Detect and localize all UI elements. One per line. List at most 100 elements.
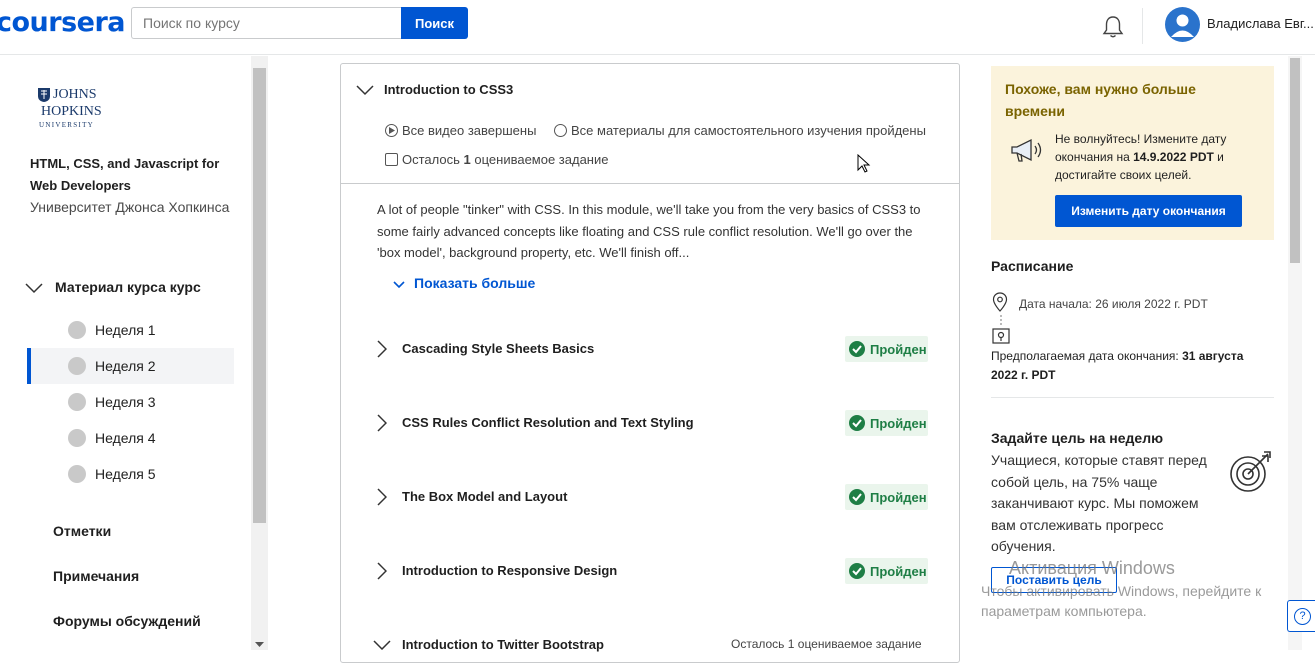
sidebar-item-forums[interactable]: Форумы обсуждений bbox=[53, 613, 201, 629]
watermark-title: Активация Windows bbox=[1009, 558, 1175, 578]
status-label: Пройден bbox=[870, 416, 927, 431]
check-circle-icon bbox=[849, 415, 865, 431]
finish-flag-icon bbox=[992, 328, 1010, 344]
weekly-goal-title: Задайте цель на неделю bbox=[991, 430, 1164, 446]
scroll-down-arrow-icon[interactable] bbox=[255, 642, 264, 648]
status-label: Пройден bbox=[870, 342, 927, 357]
change-deadline-button[interactable]: Изменить дату окончания bbox=[1055, 195, 1242, 227]
week-status-dot bbox=[68, 357, 86, 375]
lesson-row[interactable]: Introduction to Responsive Design Пройде… bbox=[371, 556, 931, 586]
module-meta-remaining: Осталось 1 оцениваемое задание bbox=[385, 152, 608, 167]
lesson-row[interactable]: The Box Model and Layout Пройден bbox=[371, 482, 931, 512]
remaining-count: 1 bbox=[463, 152, 471, 167]
week-status-dot bbox=[68, 321, 86, 339]
megaphone-icon bbox=[1011, 138, 1042, 162]
module-meta-videos: Все видео завершены bbox=[385, 123, 536, 138]
card-divider bbox=[341, 183, 959, 184]
search-input[interactable] bbox=[131, 7, 402, 39]
week-status-dot bbox=[68, 429, 86, 447]
schedule-end-date: Предполагаемая дата окончания: 31 август… bbox=[991, 347, 1261, 385]
lesson-row[interactable]: CSS Rules Conflict Resolution and Text S… bbox=[371, 408, 931, 438]
user-avatar-icon bbox=[1171, 14, 1194, 37]
module-meta-videos-label: Все видео завершены bbox=[402, 123, 537, 138]
timeline-connector bbox=[1000, 315, 1002, 327]
status-badge: Пройден bbox=[845, 336, 928, 362]
help-icon: ? bbox=[1294, 608, 1311, 625]
help-button[interactable]: ? bbox=[1287, 600, 1315, 632]
week-label: Неделя 1 bbox=[95, 322, 156, 338]
page-scrollbar-thumb[interactable] bbox=[1290, 58, 1300, 263]
show-more-link[interactable]: Показать больше bbox=[414, 275, 535, 291]
lesson-row[interactable]: Cascading Style Sheets Basics Пройден bbox=[371, 334, 931, 364]
jhu-logo-line2: HOPKINS bbox=[41, 104, 102, 119]
jhu-logo-line1: JOHNS bbox=[53, 87, 97, 102]
module-title[interactable]: Introduction to CSS3 bbox=[384, 82, 513, 97]
week-label: Неделя 5 bbox=[95, 466, 156, 482]
week-status-dot bbox=[68, 393, 86, 411]
check-circle-icon bbox=[849, 341, 865, 357]
week-status-dot bbox=[68, 465, 86, 483]
sidebar-item-week-1[interactable]: Неделя 1 bbox=[27, 312, 234, 348]
remaining-suffix: оцениваемое задание bbox=[474, 152, 609, 167]
module-card: Introduction to CSS3 Все видео завершены… bbox=[340, 63, 960, 663]
lesson-title[interactable]: The Box Model and Layout bbox=[402, 489, 567, 504]
jhu-logo-line3: UNIVERSITY bbox=[39, 121, 94, 129]
module-description: A lot of people "tinker" with CSS. In th… bbox=[377, 202, 921, 260]
reading-icon bbox=[554, 124, 567, 137]
status-badge: Пройден bbox=[845, 410, 928, 436]
sidebar-item-week-4[interactable]: Неделя 4 bbox=[27, 420, 234, 456]
sidebar-item-week-3[interactable]: Неделя 3 bbox=[27, 384, 234, 420]
sidebar-item-week-5[interactable]: Неделя 5 bbox=[27, 456, 234, 492]
deadline-text: Не волнуйтесь! Измените дату окончания н… bbox=[1055, 130, 1260, 184]
status-label: Пройден bbox=[870, 564, 927, 579]
week-label: Неделя 2 bbox=[95, 358, 156, 374]
remaining-prefix: Осталось bbox=[402, 152, 460, 167]
mouse-cursor-icon bbox=[857, 154, 871, 173]
sidebar-scrollbar[interactable] bbox=[251, 56, 268, 650]
windows-activation-watermark: Активация Windows Чтобы активировать Win… bbox=[981, 558, 1301, 621]
lesson-title[interactable]: Cascading Style Sheets Basics bbox=[402, 341, 594, 356]
chevron-down-icon[interactable] bbox=[393, 281, 405, 289]
assignment-icon bbox=[385, 153, 398, 166]
chevron-right-icon bbox=[377, 488, 387, 506]
status-badge: Пройден bbox=[845, 484, 928, 510]
module-meta-materials-label: Все материалы для самостоятельного изуче… bbox=[571, 123, 926, 138]
chevron-down-icon[interactable] bbox=[356, 85, 374, 96]
right-panel-divider bbox=[991, 397, 1274, 398]
weekly-goal-text: Учащиеся, которые ставят перед собой цел… bbox=[991, 452, 1207, 554]
sidebar-item-notes[interactable]: Примечания bbox=[53, 568, 139, 584]
chevron-down-icon bbox=[25, 283, 43, 294]
sidebar-item-week-2[interactable]: Неделя 2 bbox=[27, 348, 234, 384]
module-meta-materials: Все материалы для самостоятельного изуче… bbox=[554, 123, 926, 138]
week-label: Неделя 3 bbox=[95, 394, 156, 410]
course-material-label[interactable]: Материал курса курс bbox=[55, 279, 201, 295]
avatar[interactable] bbox=[1165, 7, 1200, 42]
location-pin-icon bbox=[992, 292, 1008, 312]
week-label: Неделя 4 bbox=[95, 430, 156, 446]
header-divider bbox=[1142, 8, 1143, 44]
check-circle-icon bbox=[849, 563, 865, 579]
video-icon bbox=[385, 124, 398, 137]
course-sidebar: JOHNS HOPKINS UNIVERSITY HTML, CSS, and … bbox=[0, 56, 251, 650]
top-header: coursera Поиск Владислава Евг... bbox=[0, 0, 1315, 55]
user-name[interactable]: Владислава Евг... bbox=[1207, 16, 1314, 31]
watermark-text: Чтобы активировать Windows, перейдите к … bbox=[981, 583, 1262, 619]
lesson-title[interactable]: CSS Rules Conflict Resolution and Text S… bbox=[402, 415, 694, 430]
bell-icon[interactable] bbox=[1100, 14, 1126, 40]
lesson-remaining-status: Осталось 1 оцениваемое задание bbox=[731, 637, 922, 651]
coursera-logo[interactable]: coursera bbox=[0, 7, 126, 38]
status-badge: Пройден bbox=[845, 558, 928, 584]
search-button[interactable]: Поиск bbox=[401, 7, 468, 39]
schedule-title: Расписание bbox=[991, 258, 1074, 274]
lesson-title[interactable]: Introduction to Responsive Design bbox=[402, 563, 617, 578]
deadline-title: Похоже, вам нужно больше времени bbox=[1005, 81, 1196, 119]
deadline-reminder-card: Похоже, вам нужно больше времени Не волн… bbox=[991, 66, 1274, 240]
deadline-date: 14.9.2022 PDT bbox=[1133, 150, 1214, 164]
course-title[interactable]: HTML, CSS, and Javascript for Web Develo… bbox=[30, 153, 230, 197]
schedule-start-date: Дата начала: 26 июля 2022 г. PDT bbox=[1019, 297, 1208, 311]
sidebar-scrollbar-thumb[interactable] bbox=[253, 68, 266, 523]
target-icon bbox=[1230, 451, 1271, 492]
end-date-label: Предполагаемая дата окончания: bbox=[991, 349, 1183, 363]
sidebar-item-grades[interactable]: Отметки bbox=[53, 523, 111, 539]
check-circle-icon bbox=[849, 489, 865, 505]
